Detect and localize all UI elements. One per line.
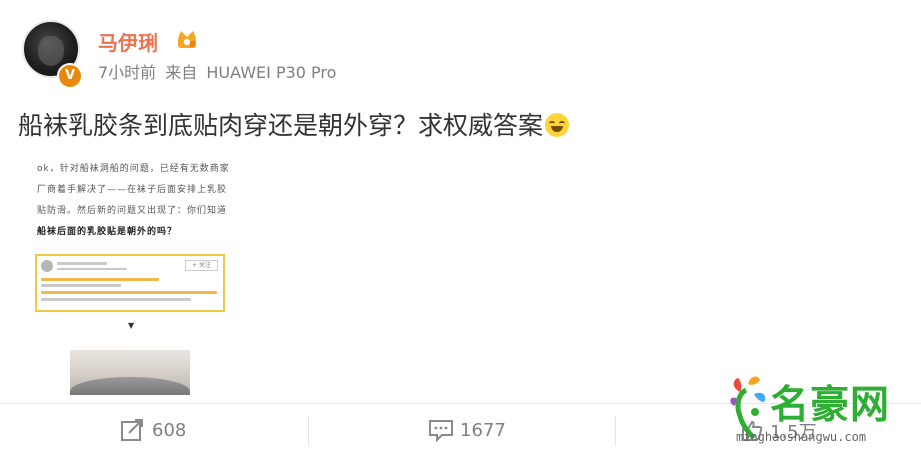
- image-caption-line: 贴防滑。然后新的问题又出现了：你们知道: [37, 206, 228, 216]
- embedded-follow-button: + 关注: [185, 260, 218, 271]
- embedded-text-line: [41, 284, 121, 287]
- post-image[interactable]: ok，针对船袜洞船的问题，已经有无数商家 厂商着手解决了——在袜子后面安排上乳胶…: [30, 150, 235, 395]
- comment-count: 1677: [460, 419, 506, 441]
- forward-count: 608: [152, 419, 187, 441]
- site-watermark: 名豪网 minghaoshangwu.com: [722, 372, 921, 458]
- image-caption-bold: 船袜后面的乳胶贴是朝外的吗？: [37, 222, 232, 243]
- embedded-text-line: [41, 298, 191, 301]
- image-caption-bold-text: 船袜后面的乳胶贴是朝外的吗？: [37, 227, 178, 237]
- embedded-text-line: [57, 262, 107, 265]
- image-caption-line: ok，针对船袜洞船的问题，已经有无数商家: [37, 164, 230, 174]
- forward-icon: [121, 419, 143, 441]
- crown-icon: [178, 31, 196, 48]
- avatar-face: [38, 36, 64, 66]
- watermark-title: 名豪网: [770, 383, 891, 428]
- post-meta: 7小时前 来自 HUAWEI P30 Pro: [98, 59, 340, 83]
- image-caption: ok，针对船袜洞船的问题，已经有无数商家 厂商着手解决了——在袜子后面安排上乳胶…: [37, 159, 232, 243]
- action-separator: [615, 416, 616, 446]
- action-separator: [308, 416, 309, 446]
- embedded-comment-screenshot: + 关注: [35, 254, 225, 312]
- post-text-content: 船袜乳胶条到底贴肉穿还是朝外穿？求权威答案: [18, 111, 544, 140]
- embedded-text-line: [41, 291, 217, 294]
- sock-photo: [70, 350, 190, 395]
- watermark-url: minghaoshangwu.com: [736, 430, 867, 444]
- verified-badge: V: [57, 63, 83, 89]
- forward-button[interactable]: 608: [120, 418, 186, 442]
- username-link[interactable]: 马伊琍: [98, 27, 158, 56]
- embedded-text-line: [57, 268, 127, 270]
- image-caption-line: 厂商着手解决了——在袜子后面安排上乳胶: [37, 185, 228, 195]
- embedded-avatar: [41, 260, 53, 272]
- source-prefix: 来自: [165, 63, 198, 82]
- down-arrow-icon: ▼: [128, 321, 135, 330]
- post-time[interactable]: 7小时前: [98, 63, 156, 82]
- embedded-text-line: [41, 278, 159, 281]
- comment-button[interactable]: 1677: [428, 418, 506, 442]
- laugh-cry-emoji-icon: [545, 113, 570, 137]
- post-text: 船袜乳胶条到底贴肉穿还是朝外穿？求权威答案: [18, 106, 570, 142]
- device-name[interactable]: HUAWEI P30 Pro: [206, 63, 336, 82]
- comment-icon: [429, 420, 453, 442]
- sock-shape: [70, 377, 190, 395]
